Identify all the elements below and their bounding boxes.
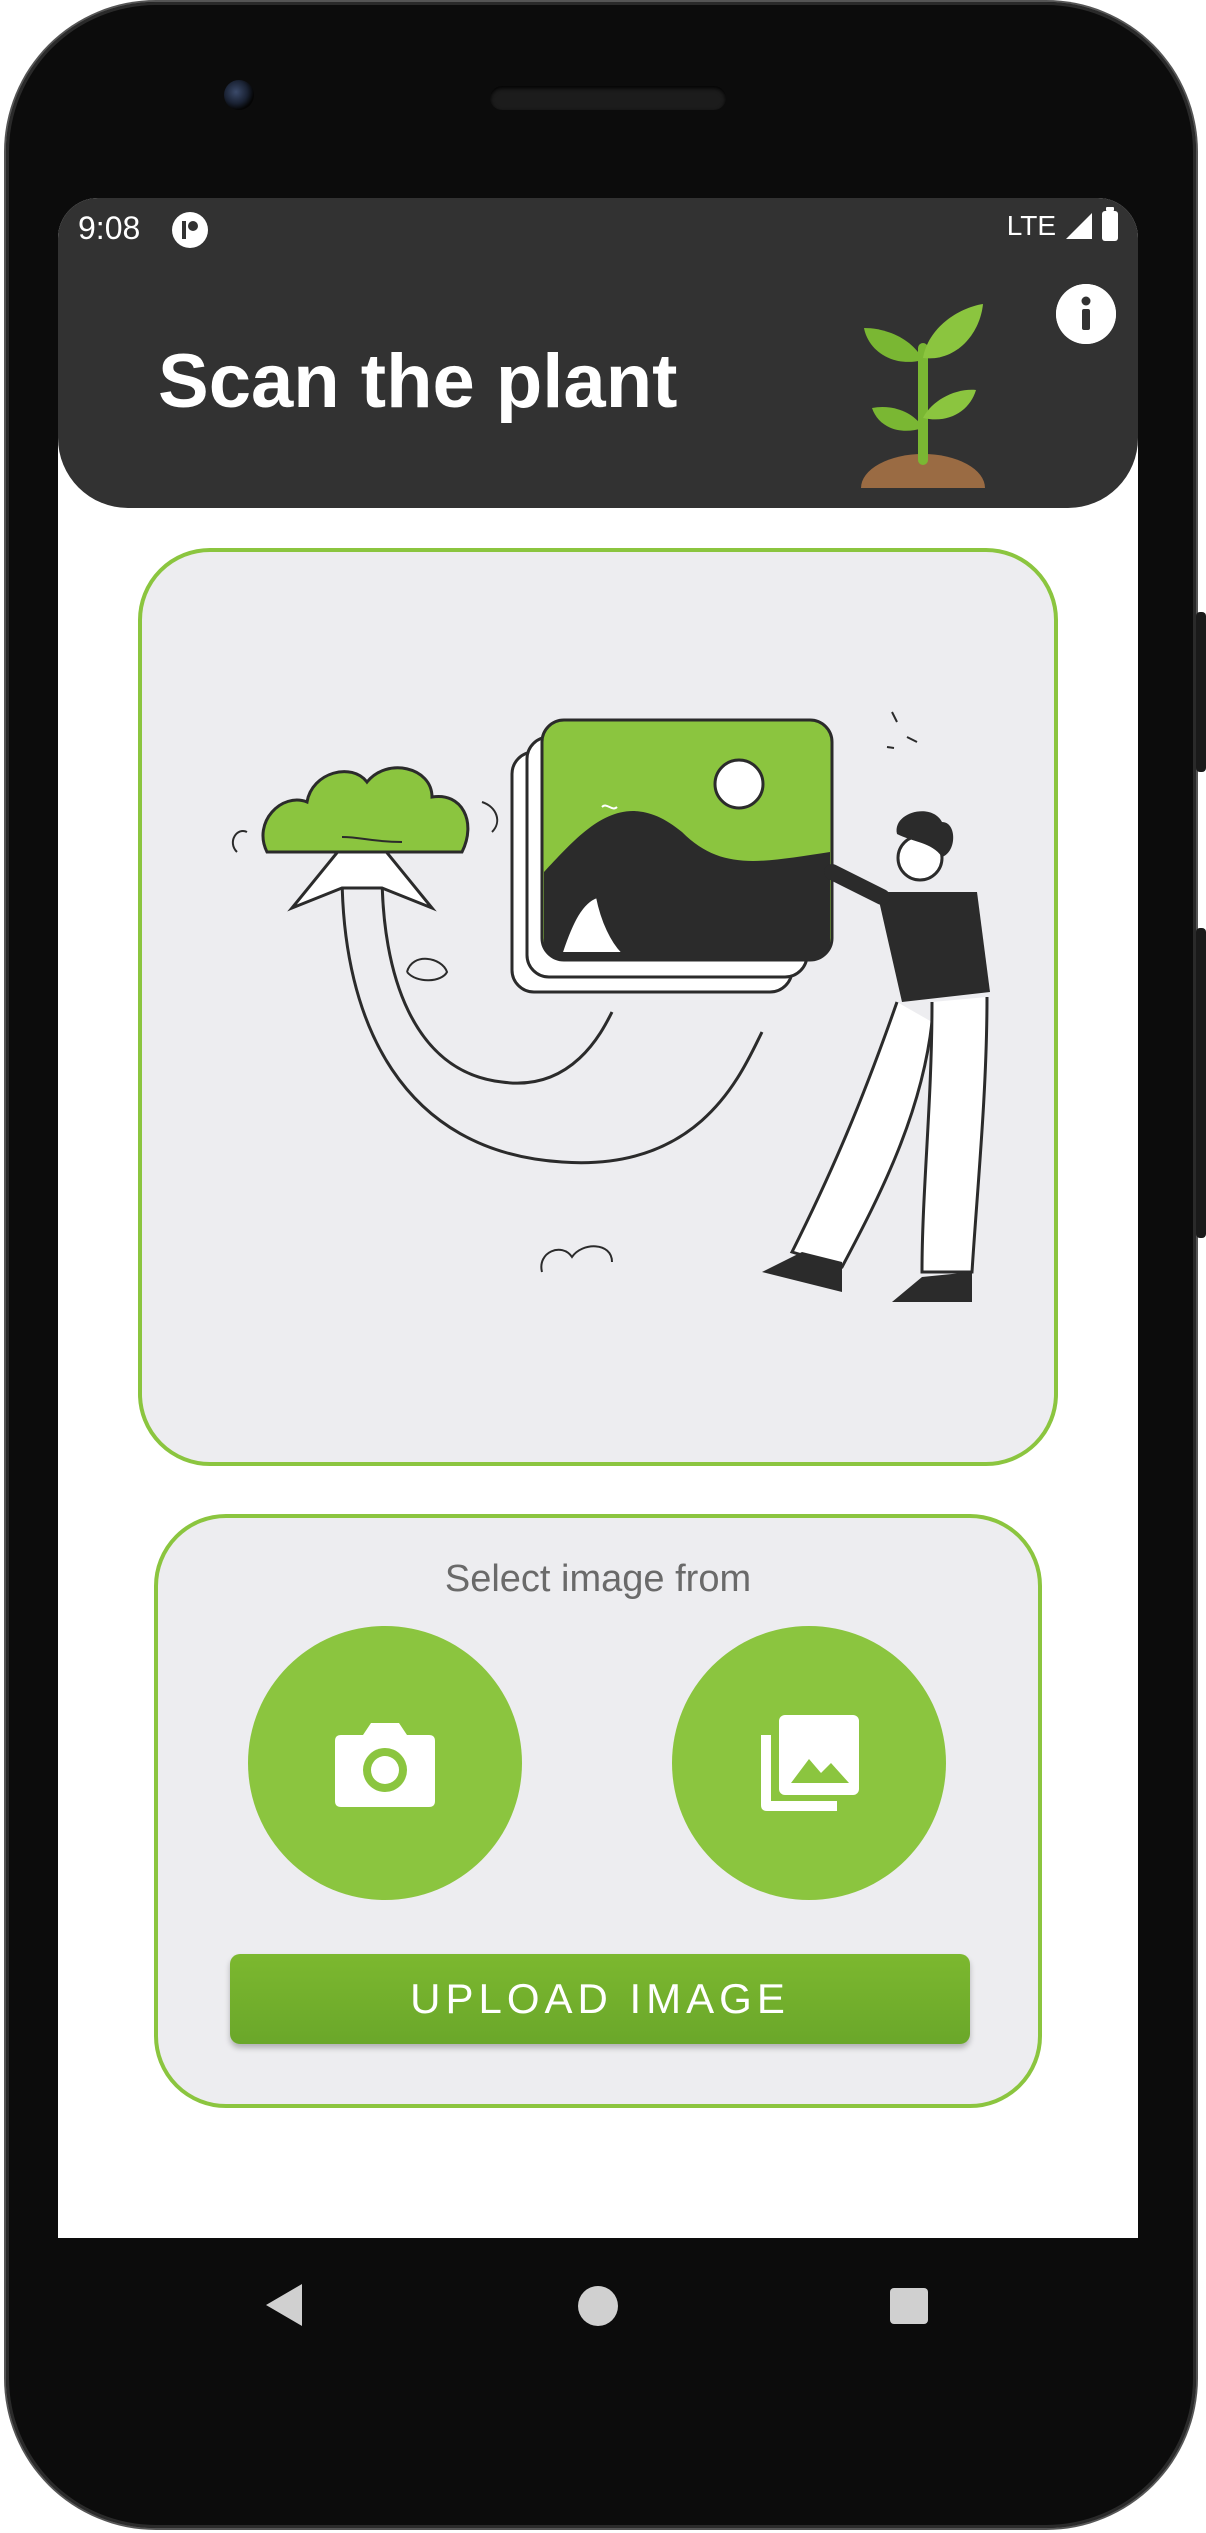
network-type: LTE [1006, 210, 1056, 241]
back-icon[interactable] [264, 2282, 304, 2328]
select-source-label: Select image from [444, 1558, 752, 1600]
home-icon[interactable] [578, 2286, 618, 2326]
sprout-icon [861, 304, 985, 488]
gallery-icon [761, 1715, 859, 1811]
camera-icon [335, 1723, 435, 1807]
page-title: Scan the plant [158, 339, 678, 424]
illustration-card [138, 548, 1058, 1466]
upload-image-button[interactable]: UPLOAD IMAGE [230, 1954, 970, 2044]
notification-app-icon [172, 212, 208, 248]
info-button[interactable] [1056, 284, 1116, 344]
app-header: 9:08 LTE Scan the plant [58, 198, 1138, 508]
recents-icon[interactable] [890, 2288, 928, 2324]
camera-button[interactable] [248, 1626, 522, 1900]
battery-icon [1102, 207, 1118, 241]
gallery-button[interactable] [672, 1626, 946, 1900]
upload-illustration [231, 711, 990, 1302]
image-source-card: Select image from UPLOAD IMAGE [154, 1514, 1042, 2108]
power-button [1196, 612, 1206, 772]
system-navigation-bar [58, 2238, 1138, 2398]
signal-icon [1066, 213, 1092, 239]
status-indicators: LTE [1006, 207, 1118, 242]
app-screen: 9:08 LTE Scan the plant Select image fro… [58, 198, 1138, 2238]
volume-button [1196, 928, 1206, 1238]
info-icon [1056, 284, 1116, 344]
status-time: 9:08 [78, 210, 141, 246]
front-camera [224, 80, 254, 110]
speaker-grille [490, 86, 726, 110]
